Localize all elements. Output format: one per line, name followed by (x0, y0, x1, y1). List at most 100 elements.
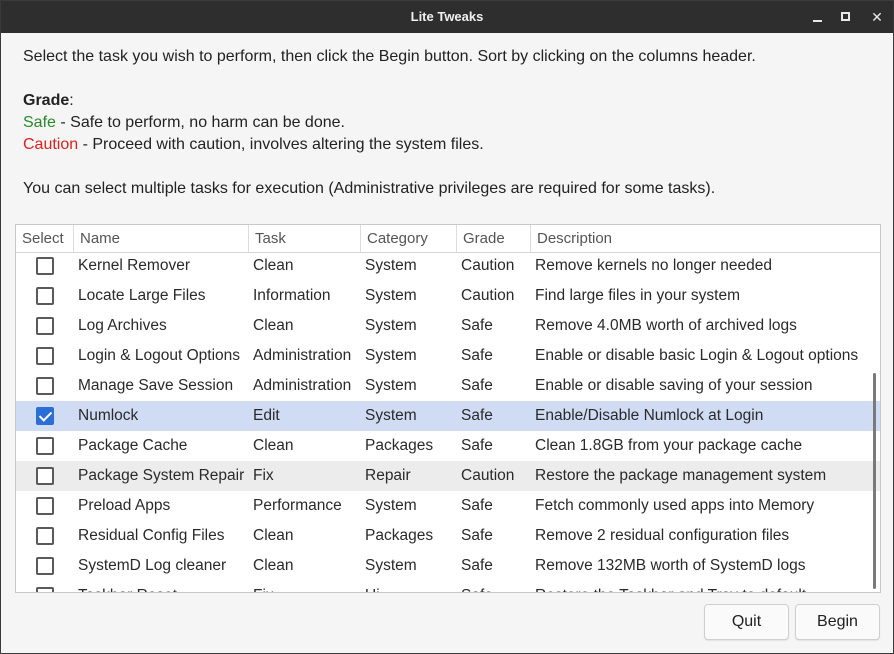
cell-category: System (365, 497, 417, 514)
cell-task: Clean (253, 317, 294, 334)
row-checkbox[interactable] (36, 437, 54, 455)
cell-name: Package Cache (78, 437, 188, 454)
cell-description: Restore the Taskbar and Tray to default (535, 581, 880, 592)
title-bar[interactable]: Lite Tweaks ✕ (1, 1, 893, 33)
cell-name: Preload Apps (78, 497, 171, 514)
minimize-button[interactable] (807, 6, 829, 28)
cell-grade: Safe (461, 437, 493, 454)
cell-category: System (365, 257, 417, 274)
cell-category: Repair (365, 467, 411, 484)
cell-grade: Caution (461, 287, 515, 304)
window-title: Lite Tweaks (410, 9, 484, 24)
row-checkbox[interactable] (36, 587, 54, 592)
cell-grade: Safe (461, 497, 493, 514)
cell-category: System (365, 557, 417, 574)
row-checkbox[interactable] (36, 377, 54, 395)
safe-word: Safe (23, 114, 56, 131)
cell-name: Package System Repair (78, 467, 245, 484)
cell-name: Kernel Remover (78, 257, 190, 274)
cell-name: Taskbar Reset (78, 581, 250, 592)
instructions: Select the task you wish to perform, the… (23, 46, 883, 200)
row-checkbox[interactable] (36, 317, 54, 335)
row-checkbox[interactable] (36, 527, 54, 545)
close-button[interactable]: ✕ (866, 6, 888, 28)
row-checkbox[interactable] (36, 407, 54, 425)
table-row[interactable]: Numlock Edit System Safe Enable/Disable Numl… (16, 401, 880, 431)
cell-name: SystemD Log cleaner (78, 557, 227, 574)
table-row[interactable]: Locate Large Files Information System Cauti… (16, 281, 880, 311)
cell-task: Clean (253, 527, 294, 544)
lite-tweaks-window: Lite Tweaks ✕ Select the task you wish t… (0, 0, 894, 654)
cell-grade: Safe (461, 377, 493, 394)
row-checkbox[interactable] (36, 467, 54, 485)
cell-name: Residual Config Files (78, 527, 225, 544)
cell-grade: Safe (461, 527, 493, 544)
cell-category: Packages (365, 437, 434, 454)
table-row[interactable]: Package Cache Clean Packages Safe Clean 1.8G… (16, 431, 880, 461)
column-header-select[interactable]: Select (16, 225, 74, 253)
table-row[interactable]: Login & Logout Options Administration Syst… (16, 341, 880, 371)
cell-description: Restore the package management system (535, 467, 827, 484)
vertical-scrollbar[interactable] (873, 373, 876, 589)
cell-name: Manage Save Session (78, 377, 234, 394)
table-row[interactable]: Residual Config Files Clean Packages Safe Re… (16, 521, 880, 551)
column-header-name[interactable]: Name (74, 225, 249, 253)
cell-name: Locate Large Files (78, 287, 206, 304)
cell-grade: Safe (461, 581, 531, 592)
cell-category: System (365, 377, 417, 394)
table-body: Kernel Remover Clean System Caution Remove k… (16, 253, 880, 592)
row-checkbox[interactable] (36, 497, 54, 515)
cell-grade: Safe (461, 407, 493, 424)
begin-button[interactable]: Begin (795, 604, 880, 640)
table-row[interactable]: Kernel Remover Clean System Caution Remove k… (16, 253, 880, 281)
cell-task: Fix (253, 467, 274, 484)
maximize-button[interactable] (835, 6, 857, 28)
column-header-grade[interactable]: Grade (457, 225, 531, 253)
cell-task: Fix (253, 581, 363, 592)
cell-grade: Safe (461, 557, 493, 574)
cell-name: Login & Logout Options (78, 347, 241, 364)
quit-button[interactable]: Quit (704, 604, 789, 640)
multi-select-note: You can select multiple tasks for execut… (23, 180, 716, 197)
cell-task: Information (253, 287, 331, 304)
row-checkbox[interactable] (36, 557, 54, 575)
cell-name: Numlock (78, 407, 139, 424)
row-checkbox[interactable] (36, 347, 54, 365)
column-header-task[interactable]: Task (249, 225, 361, 253)
cell-grade: Caution (461, 257, 515, 274)
column-header-category[interactable]: Category (361, 225, 457, 253)
cell-task: Performance (253, 497, 342, 514)
table-row[interactable]: Package System Repair Fix Repair Caution Res… (16, 461, 880, 491)
grade-label: Grade (23, 92, 70, 109)
grade-colon: : (69, 92, 74, 109)
row-checkbox[interactable] (36, 287, 54, 305)
table-row[interactable]: SystemD Log cleaner Clean System Safe Remove… (16, 551, 880, 581)
cell-task: Clean (253, 557, 294, 574)
cell-task: Administration (253, 347, 352, 364)
cell-grade: Safe (461, 347, 493, 364)
table-row[interactable]: Manage Save Session Administration System S… (16, 371, 880, 401)
safe-description: - Safe to perform, no harm can be done. (55, 114, 345, 131)
cell-category: System (365, 347, 417, 364)
cell-description: Remove kernels no longer needed (535, 257, 772, 274)
instructions-line: Select the task you wish to perform, the… (23, 48, 756, 65)
close-icon: ✕ (871, 9, 883, 25)
table-row[interactable]: Taskbar ResetFixUiSafe Restore the Taskba… (16, 581, 880, 592)
row-checkbox[interactable] (36, 257, 54, 275)
cell-description: Remove 4.0MB worth of archived logs (535, 317, 797, 334)
caution-legend: Caution - Proceed with caution, involves… (23, 134, 883, 156)
column-header-description[interactable]: Description (531, 225, 880, 253)
cell-task: Administration (253, 377, 352, 394)
cell-name: Log Archives (78, 317, 167, 334)
caution-word: Caution (23, 136, 79, 153)
cell-grade: Caution (461, 467, 515, 484)
cell-description: Clean 1.8GB from your package cache (535, 437, 803, 454)
cell-description: Enable or disable saving of your session (535, 377, 813, 394)
cell-category: Packages (365, 527, 434, 544)
cell-description: Remove 132MB worth of SystemD logs (535, 557, 806, 574)
table-row[interactable]: Log Archives Clean System Safe Remove 4.0MB … (16, 311, 880, 341)
cell-description: Enable/Disable Numlock at Login (535, 407, 764, 424)
cell-task: Edit (253, 407, 280, 424)
cell-grade: Safe (461, 317, 493, 334)
table-row[interactable]: Preload Apps Performance System Safe Fetch c… (16, 491, 880, 521)
